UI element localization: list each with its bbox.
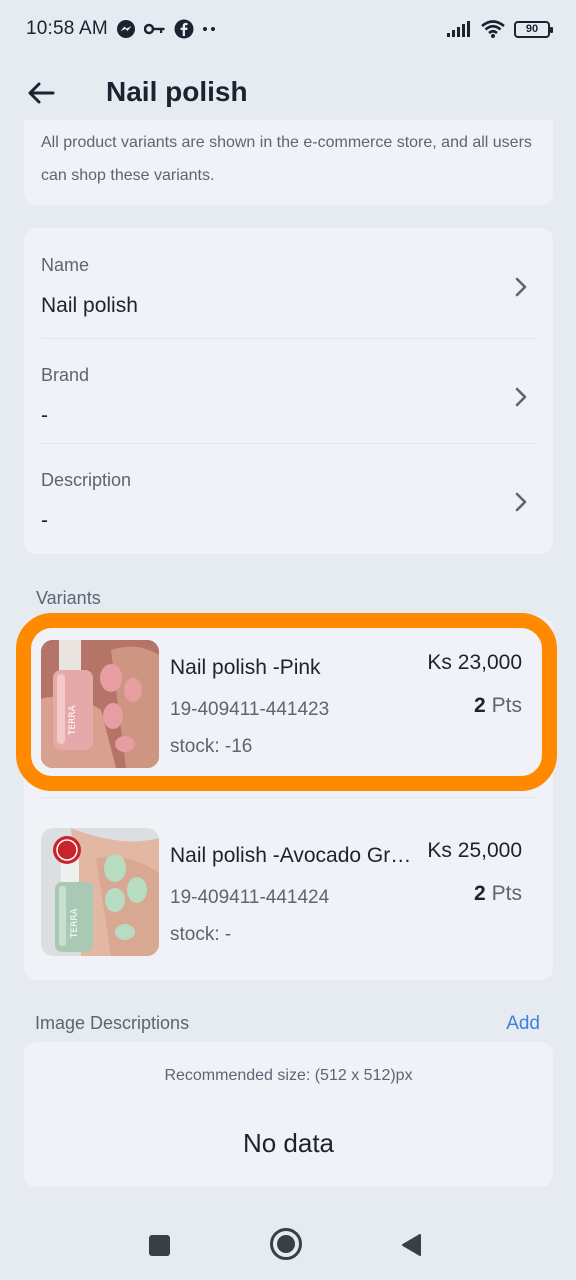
field-value: Nail polish: [41, 294, 138, 317]
variant-item-pink[interactable]: TERRA Nail polish -Pink 19-409411-441423…: [41, 638, 536, 768]
svg-text:TERRA: TERRA: [70, 908, 80, 939]
nav-back-icon[interactable]: [400, 1233, 422, 1257]
navigation-bar: [0, 1200, 576, 1280]
variants-section-label: Variants: [36, 588, 101, 608]
field-label: Brand: [41, 365, 90, 385]
points-unit: Pts: [491, 882, 522, 905]
empty-state-text: No data: [242, 1128, 335, 1158]
battery-icon: 90: [514, 20, 553, 38]
points-value: 2: [473, 694, 486, 717]
variant-stock: stock: -16: [170, 736, 253, 757]
field-value: -: [41, 509, 48, 532]
field-label: Name: [41, 255, 90, 275]
variant-name: Nail polish -Avocado Green: [170, 844, 420, 867]
variants-card: TERRA Nail polish -Pink 19-409411-441423…: [24, 616, 553, 980]
field-row-description[interactable]: Description -: [41, 443, 536, 548]
points-value: 2: [473, 882, 486, 905]
field-row-brand[interactable]: Brand -: [41, 338, 536, 443]
variant-sku: 19-409411-441423: [170, 699, 330, 720]
image-descriptions-card: Recommended size: (512 x 512)px No data: [24, 1042, 553, 1187]
back-arrow-icon[interactable]: [24, 76, 58, 110]
image-descriptions-label: Image Descriptions: [35, 1013, 190, 1033]
field-value: -: [41, 404, 48, 427]
variants-info-text: All product variants are shown in the e-…: [41, 134, 532, 184]
variant-image-pink: TERRA: [41, 640, 159, 768]
key-icon: [143, 22, 166, 36]
add-image-description-link[interactable]: Add: [506, 1013, 540, 1035]
variant-price: Ks 25,000: [427, 839, 522, 862]
variant-points: 2 Pts: [474, 694, 522, 718]
points-unit: Pts: [491, 694, 522, 717]
chevron-right-icon: [515, 387, 527, 407]
status-bar: 10:58 AM 90: [0, 0, 576, 58]
signal-icon: [446, 20, 472, 38]
status-icons-left: [116, 19, 216, 39]
wifi-icon: [480, 19, 506, 39]
facebook-icon: [174, 19, 194, 39]
variant-sku: 19-409411-441424: [170, 887, 330, 908]
variant-price: Ks 23,000: [427, 651, 522, 674]
svg-text:TERRA: TERRA: [68, 705, 78, 736]
recommended-size-text: Recommended size: (512 x 512)px: [164, 1067, 413, 1084]
app-header: Nail polish: [0, 58, 576, 128]
divider: [41, 797, 536, 798]
more-dots-icon: [202, 26, 216, 32]
field-row-name[interactable]: Name Nail polish: [41, 228, 536, 333]
product-fields-card: Name Nail polish Brand - Description -: [24, 228, 553, 554]
chevron-right-icon: [515, 277, 527, 297]
variant-image-avocado-green: TERRA: [41, 828, 159, 956]
info-card: All product variants are shown in the e-…: [24, 120, 553, 205]
status-icons-right: 90: [446, 19, 553, 39]
field-label: Description: [41, 470, 132, 490]
recents-icon[interactable]: [149, 1235, 170, 1256]
variant-item-avocado-green[interactable]: TERRA Nail polish -Avocado Green 19-4094…: [41, 826, 536, 956]
page-title: Nail polish: [106, 76, 248, 107]
home-icon[interactable]: [270, 1228, 302, 1260]
variant-name: Nail polish -Pink: [170, 656, 321, 679]
messenger-icon: [116, 19, 136, 39]
home-dot: [277, 1235, 295, 1253]
variant-points: 2 Pts: [474, 882, 522, 906]
variant-stock: stock: -: [170, 924, 232, 945]
chevron-right-icon: [515, 492, 527, 512]
status-time: 10:58 AM: [26, 18, 108, 39]
